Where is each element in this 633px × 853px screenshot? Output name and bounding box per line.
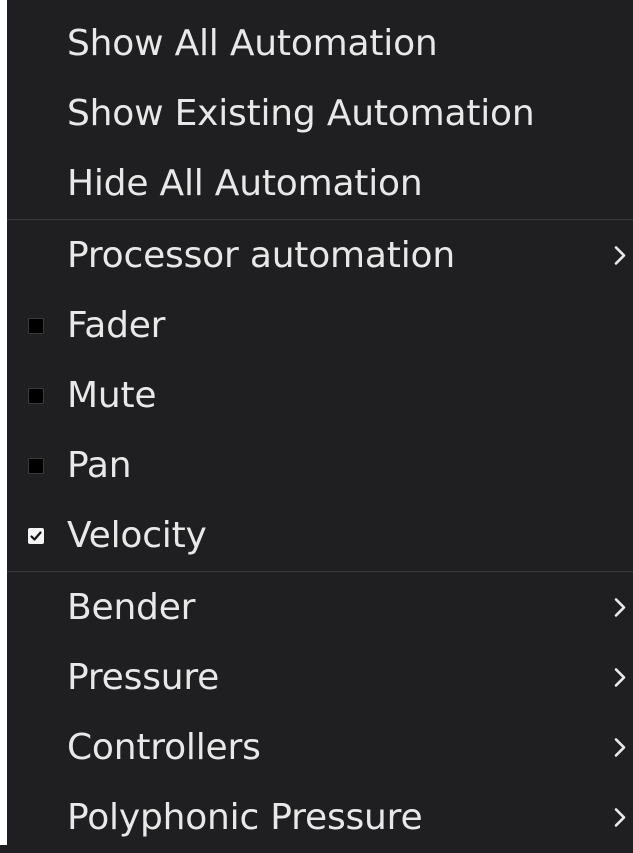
chevron-right-icon [614,598,626,617]
menu-item-label: Processor automation [67,235,455,276]
chevron-right-icon [614,668,626,687]
checkbox-unchecked-icon[interactable] [28,318,44,334]
menu-item-controllers[interactable]: Controllers [7,713,633,783]
menu-item-label: Controllers [67,727,261,768]
menu-item-label: Pressure [67,657,220,698]
menu-item-label: Bender [67,587,196,628]
menu-item-label: Show Existing Automation [67,93,535,134]
menu-item-label: Show All Automation [67,23,438,64]
menu-item-label: Pan [67,445,132,486]
menu-item-show-all-automation[interactable]: Show All Automation [7,9,633,79]
menu-item-label: Mute [67,375,157,416]
menu-separator [7,571,633,572]
automation-context-menu: Show All Automation Show Existing Automa… [0,0,633,845]
menu-item-label: Polyphonic Pressure [67,797,423,838]
checkmark-icon [30,531,42,541]
menu-item-pressure[interactable]: Pressure [7,643,633,713]
menu-item-mute[interactable]: Mute [7,361,633,431]
menu-item-label: Fader [67,305,166,346]
chevron-right-icon [614,808,626,827]
menu-item-label: Hide All Automation [67,163,423,204]
chevron-right-icon [614,246,626,265]
menu-item-hide-all-automation[interactable]: Hide All Automation [7,149,633,219]
menu-item-show-existing-automation[interactable]: Show Existing Automation [7,79,633,149]
menu-item-processor-automation[interactable]: Processor automation [7,221,633,291]
checkbox-unchecked-icon[interactable] [28,388,44,404]
menu-item-velocity[interactable]: Velocity [7,501,633,571]
checkbox-unchecked-icon[interactable] [28,458,44,474]
menu-item-fader[interactable]: Fader [7,291,633,361]
checkbox-checked-icon[interactable] [28,528,44,544]
menu-item-bender[interactable]: Bender [7,573,633,643]
menu-item-pan[interactable]: Pan [7,431,633,501]
chevron-right-icon [614,738,626,757]
menu-separator [7,219,633,220]
menu-item-label: Velocity [67,515,207,556]
menu-item-polyphonic-pressure[interactable]: Polyphonic Pressure [7,783,633,853]
